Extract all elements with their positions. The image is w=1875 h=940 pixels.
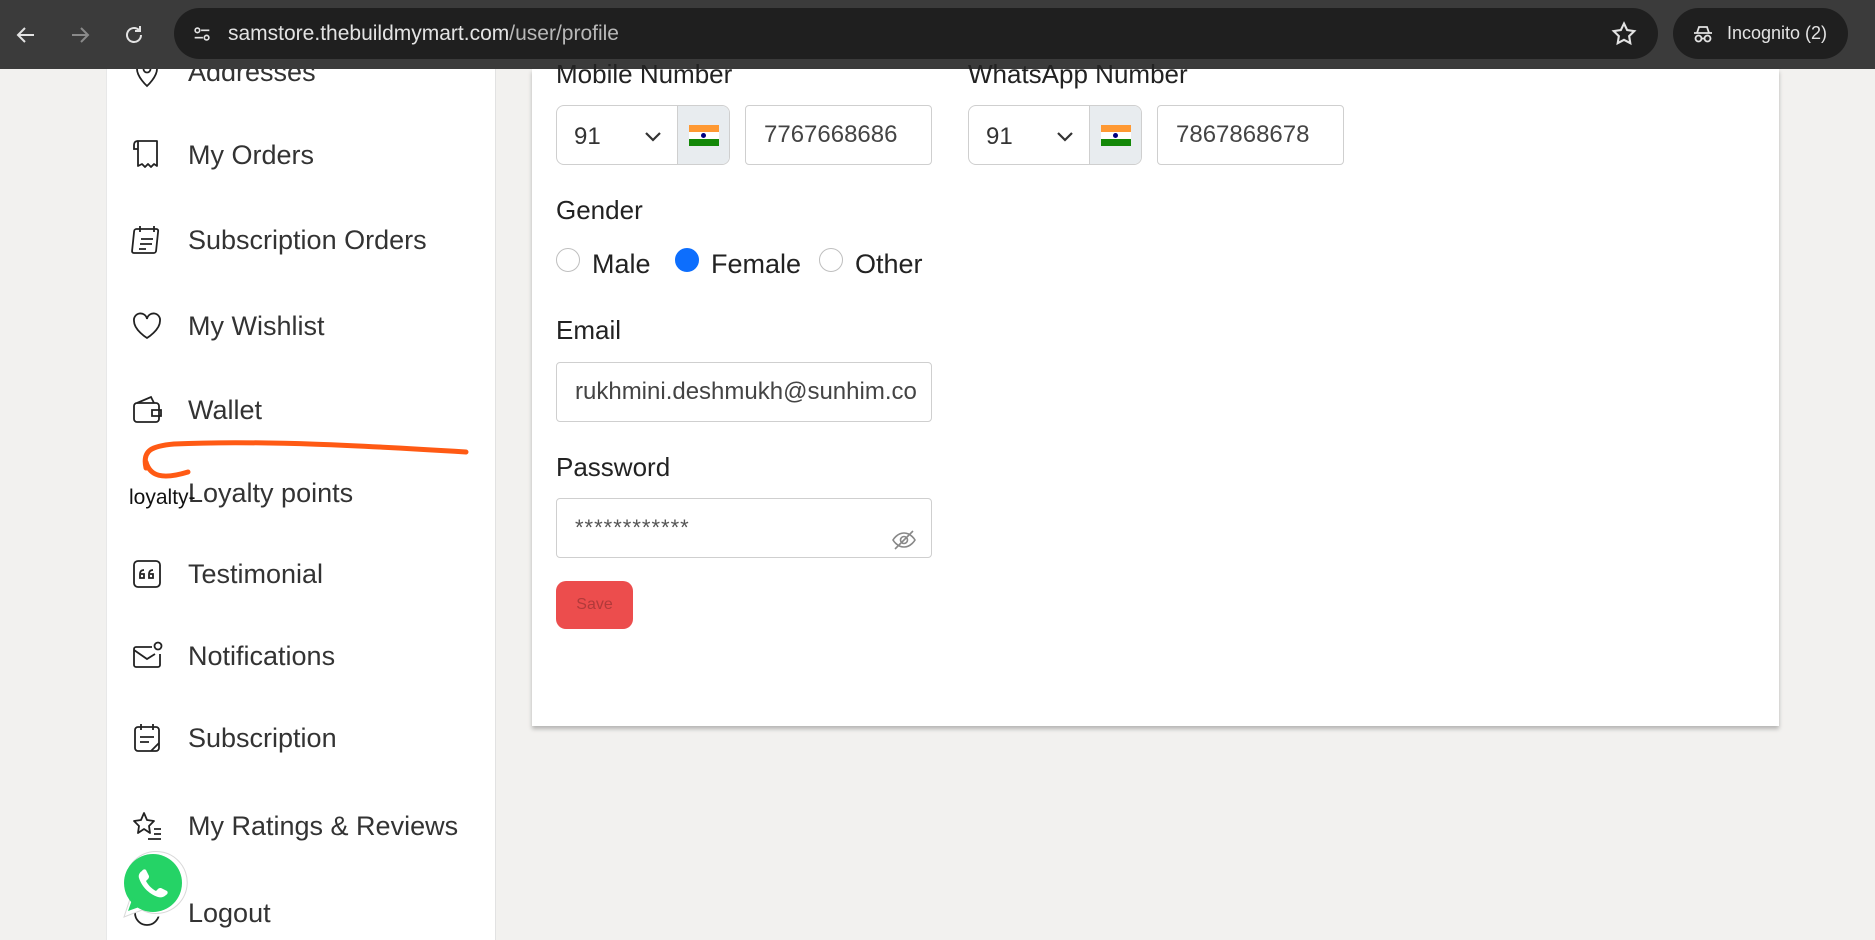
sidebar-item-label: My Wishlist xyxy=(188,310,325,341)
sidebar-item-my-orders[interactable]: My Orders xyxy=(129,125,479,185)
gender-male-radio[interactable] xyxy=(556,248,580,272)
star-list-icon xyxy=(129,808,165,844)
whatsapp-country-code-value: 91 xyxy=(986,123,1013,150)
sidebar-item-label: Addresses xyxy=(188,69,316,87)
sidebar-item-my-wishlist[interactable]: My Wishlist xyxy=(129,296,479,356)
mail-notification-icon xyxy=(129,638,165,674)
password-input[interactable]: ************ xyxy=(556,498,932,558)
mobile-number-label: Mobile Number xyxy=(556,59,733,89)
sidebar-item-subscription[interactable]: Subscription xyxy=(129,708,479,768)
location-pin-icon xyxy=(129,69,165,90)
sidebar-item-label: Subscription Orders xyxy=(188,224,427,255)
sidebar-item-label: Testimonial xyxy=(188,558,324,589)
whatsapp-number-label: WhatsApp Number xyxy=(968,59,1188,89)
gender-female-radio[interactable] xyxy=(675,248,699,272)
chevron-down-icon xyxy=(645,132,661,142)
arrow-left-icon xyxy=(16,27,34,43)
profile-form-card: Mobile Number 91 7767668686 WhatsApp Num… xyxy=(532,59,1779,726)
incognito-button[interactable]: Incognito (2) xyxy=(1673,8,1848,59)
sidebar-item-label: Wallet xyxy=(188,394,263,425)
sidebar-item-label: Subscription xyxy=(188,722,337,753)
receipt-icon xyxy=(129,137,165,173)
bookmark-star-icon[interactable] xyxy=(1610,20,1638,48)
account-sidebar: Addresses My Orders Subscription Orders … xyxy=(106,69,496,940)
gender-female-label[interactable]: Female xyxy=(711,249,801,280)
url-host: samstore.thebuildmymart.com xyxy=(228,22,510,45)
mobile-country-code-select[interactable]: 91 xyxy=(556,105,730,165)
india-flag-icon xyxy=(1089,106,1141,164)
email-input[interactable]: rukhmini.deshmukh@sunhim.co xyxy=(556,362,932,422)
whatsapp-country-code-select[interactable]: 91 xyxy=(968,105,1142,165)
password-label: Password xyxy=(556,452,671,482)
address-bar[interactable]: samstore.thebuildmymart.com/user/profile xyxy=(174,8,1658,59)
sidebar-item-subscription-orders[interactable]: Subscription Orders xyxy=(129,210,479,270)
email-label: Email xyxy=(556,315,622,345)
sidebar-item-label: My Ratings & Reviews xyxy=(188,810,459,841)
forward-button[interactable] xyxy=(62,17,98,53)
wallet-icon xyxy=(129,392,165,428)
whatsapp-chat-icon[interactable] xyxy=(112,845,190,923)
back-button[interactable] xyxy=(8,17,44,53)
password-masked-value: ************ xyxy=(575,515,690,540)
sidebar-item-label: Logout xyxy=(188,897,271,928)
gender-other-radio[interactable] xyxy=(819,248,843,272)
annotation-underline-stroke xyxy=(142,440,469,479)
gender-other-label[interactable]: Other xyxy=(855,249,923,280)
incognito-label: Incognito (2) xyxy=(1727,23,1828,43)
sidebar-item-testimonial[interactable]: Testimonial xyxy=(129,544,479,604)
url-text: samstore.thebuildmymart.com/user/profile xyxy=(228,22,619,46)
chevron-down-icon xyxy=(1057,132,1073,142)
site-info-icon[interactable] xyxy=(188,20,215,47)
sidebar-item-notifications[interactable]: Notifications xyxy=(129,626,479,686)
browser-toolbar: samstore.thebuildmymart.com/user/profile… xyxy=(0,0,1875,69)
eye-off-icon[interactable] xyxy=(891,529,917,551)
calendar-list-icon xyxy=(129,222,165,258)
sidebar-item-addresses[interactable]: Addresses xyxy=(129,69,479,102)
quote-icon xyxy=(129,556,165,592)
url-path: /user/profile xyxy=(509,22,619,45)
gender-male-label[interactable]: Male xyxy=(592,249,651,280)
calendar-note-icon xyxy=(129,720,165,756)
whatsapp-number-input[interactable]: 7867868678 xyxy=(1157,105,1344,165)
reload-button[interactable] xyxy=(116,17,152,53)
sidebar-item-label: My Orders xyxy=(188,139,315,170)
arrow-right-icon xyxy=(72,27,90,43)
heart-icon xyxy=(129,308,165,344)
save-button[interactable]: Save xyxy=(556,581,633,629)
gender-label: Gender xyxy=(556,195,643,225)
india-flag-icon xyxy=(677,106,729,164)
reload-icon xyxy=(126,26,142,43)
sidebar-item-wallet[interactable]: Wallet xyxy=(129,380,479,440)
mobile-number-input[interactable]: 7767668686 xyxy=(745,105,932,165)
incognito-icon xyxy=(1694,26,1712,43)
mobile-country-code-value: 91 xyxy=(574,123,601,150)
sidebar-item-label: Notifications xyxy=(188,640,336,671)
